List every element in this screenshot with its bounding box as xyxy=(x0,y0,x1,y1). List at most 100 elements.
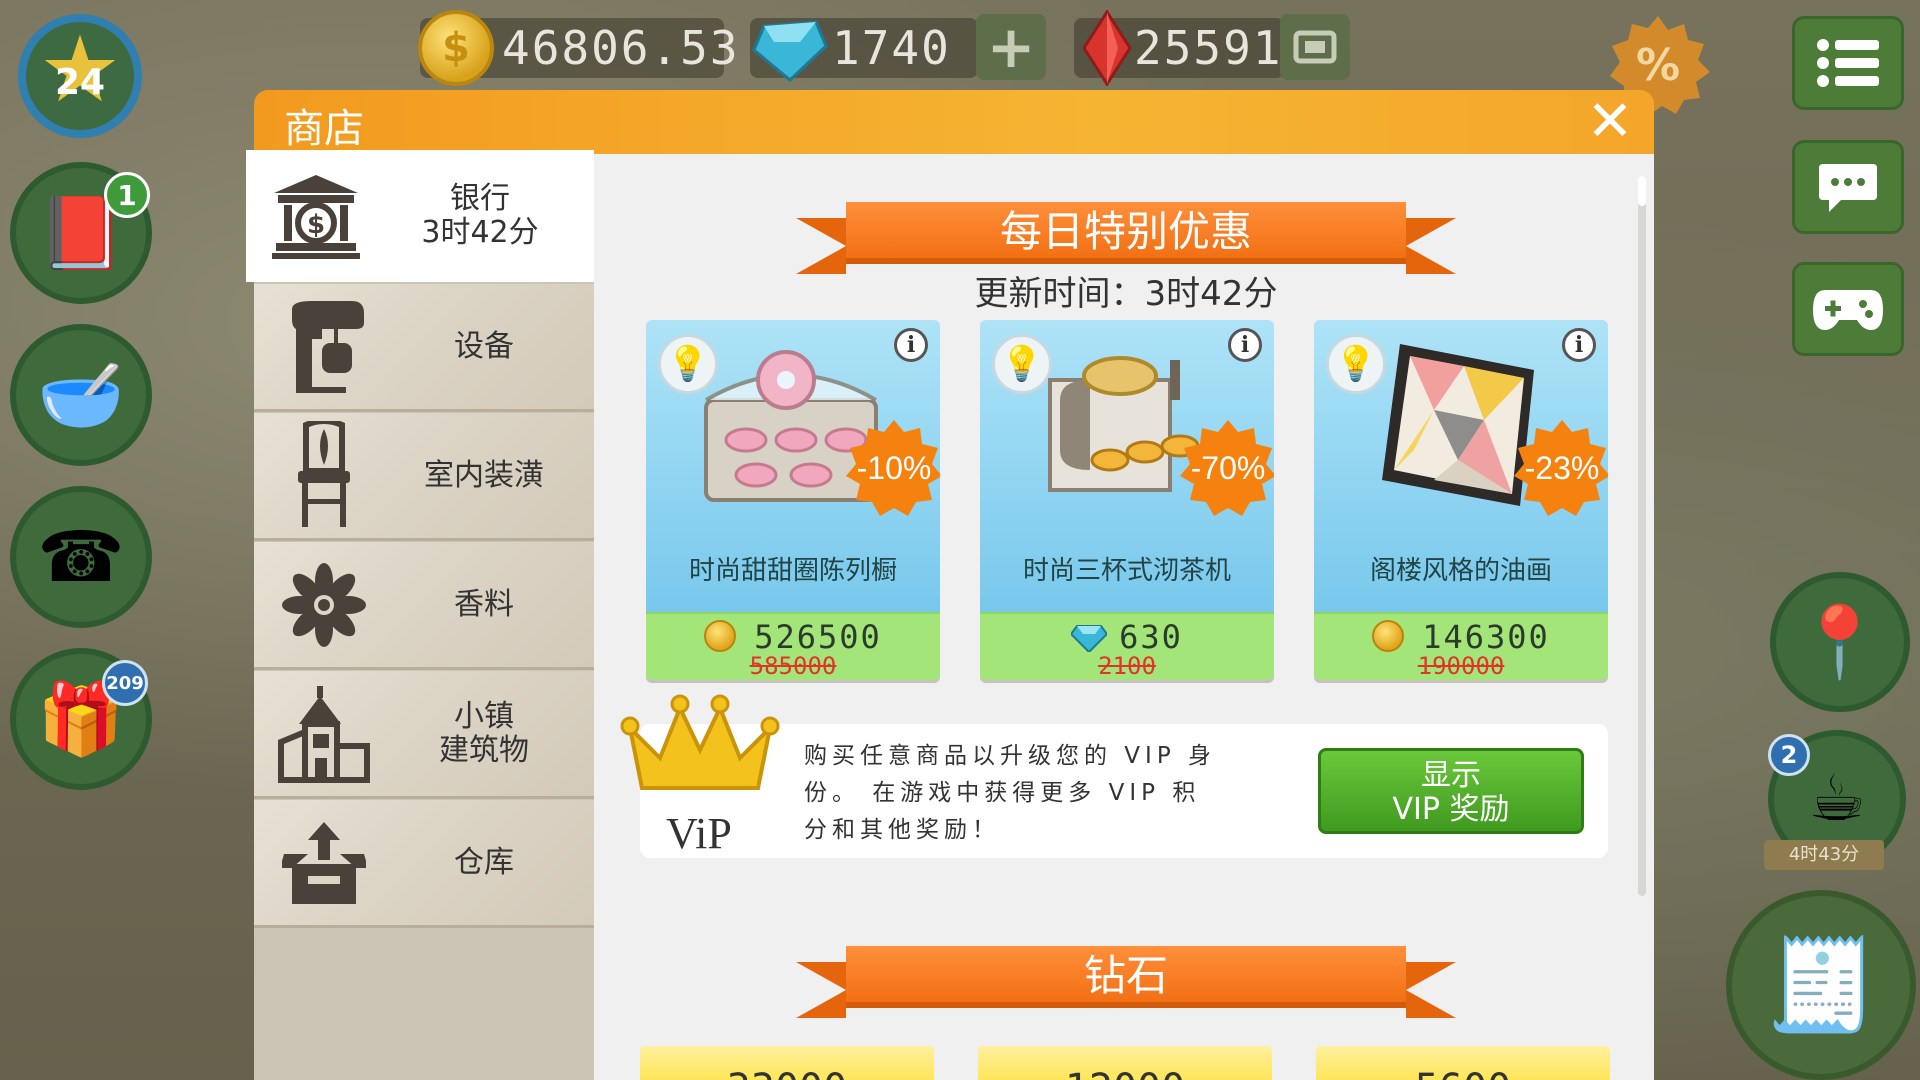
offer-card-tea-machine[interactable]: 💡 i -70% 时尚三杯式沏茶机 630 2100 xyxy=(980,320,1274,680)
offer-price: 146300 xyxy=(1314,618,1608,656)
discount-badge: -23% xyxy=(1512,418,1608,518)
diamond-pack[interactable]: 12000 xyxy=(978,1046,1272,1080)
svg-text:%: % xyxy=(1636,40,1680,91)
tab-bank[interactable]: $ 银行 3时42分 xyxy=(246,150,594,282)
diamonds-title: 钻石 xyxy=(846,946,1406,1008)
offer-price-bar[interactable]: 526500 585000 xyxy=(646,612,940,680)
vip-label: ViP xyxy=(666,809,732,858)
close-button[interactable]: ✕ xyxy=(1584,94,1636,150)
coin-counter: $ 46806.53 xyxy=(418,10,738,86)
daily-update-time: 更新时间：3时42分 xyxy=(974,274,1278,314)
gamepad-icon xyxy=(1813,290,1883,330)
tab-town-line1: 小镇 xyxy=(454,698,514,734)
chair-icon xyxy=(264,420,384,531)
tab-warehouse-label: 仓库 xyxy=(454,844,514,880)
phone-orders-button[interactable]: ☎ xyxy=(10,486,152,628)
ribbon-tail-left xyxy=(796,962,846,1018)
tab-equipment-label: 设备 xyxy=(454,328,514,364)
games-button[interactable] xyxy=(1792,262,1904,356)
ruby-icon xyxy=(1082,10,1132,86)
player-level: 24 xyxy=(54,61,106,103)
gift-count-badge: 209 xyxy=(102,660,148,706)
gem-icon xyxy=(752,20,828,83)
list-icon xyxy=(1817,39,1879,87)
tab-interior-label: 室内装潢 xyxy=(424,457,544,493)
diamond-pack[interactable]: 5600 xyxy=(1316,1046,1610,1080)
discount-badge: -10% xyxy=(844,418,940,518)
offer-price-value: 146300 xyxy=(1422,618,1550,656)
coin-icon xyxy=(1372,620,1405,652)
tab-equipment[interactable]: 设备 xyxy=(254,284,594,412)
ingredients-button[interactable]: 🥣 xyxy=(10,324,152,466)
recipe-book-button[interactable]: 📕 1 xyxy=(10,162,152,304)
diamond-pack-amount: 12000 xyxy=(978,1066,1272,1080)
info-icon[interactable]: i xyxy=(894,328,928,362)
discount-text: -10% xyxy=(856,449,932,486)
tab-interior[interactable]: 室内装潢 xyxy=(254,413,594,541)
tab-town-line2: 建筑物 xyxy=(439,732,529,768)
order-count-badge: 2 xyxy=(1768,734,1810,776)
info-icon[interactable]: i xyxy=(1228,328,1262,362)
cash-register-button[interactable]: 🧾 xyxy=(1726,890,1916,1080)
offer-old-price: 585000 xyxy=(646,652,940,680)
info-icon[interactable]: i xyxy=(1562,328,1596,362)
offer-old-price-value: 585000 xyxy=(749,652,837,680)
show-vip-rewards-button[interactable]: 显示 VIP 奖励 xyxy=(1318,748,1584,834)
ribbon-tail-right xyxy=(1406,962,1456,1018)
offer-card-loft-painting[interactable]: 💡 i -23% 阁楼风格的油画 146300 190000 xyxy=(1314,320,1608,680)
offer-price-bar[interactable]: 146300 190000 xyxy=(1314,612,1608,680)
cash-register-icon: 🧾 xyxy=(1764,932,1878,1038)
offer-old-price-value: 2100 xyxy=(1098,652,1156,680)
store-header: 商店 ✕ xyxy=(254,90,1654,154)
ticket-shop-button[interactable] xyxy=(1280,14,1350,80)
player-level-badge[interactable]: ★ 24 xyxy=(18,14,142,138)
add-gems-button[interactable]: + xyxy=(976,13,1046,81)
coffee-cup-icon: ☕ xyxy=(1808,762,1866,836)
svg-text:$: $ xyxy=(307,210,325,240)
scrollbar-thumb[interactable] xyxy=(1638,176,1646,206)
vip-panel: ViP 购买任意商品以升级您的 VIP 身份。 在游戏中获得更多 VIP 积分和… xyxy=(620,694,1608,858)
offer-card-donut-display[interactable]: 💡 i -10% 时尚甜甜圈陈列橱 526500 585000 xyxy=(646,320,940,680)
flour-sack-icon: 🥣 xyxy=(37,353,125,436)
tab-spices-label: 香料 xyxy=(454,586,514,622)
offer-old-price: 2100 xyxy=(980,652,1274,680)
menu-button[interactable] xyxy=(1792,16,1904,110)
coin-icon xyxy=(704,620,737,652)
vip-description: 购买任意商品以升级您的 VIP 身份。 在游戏中获得更多 VIP 积分和其他奖励… xyxy=(804,743,1217,843)
offer-old-price-value: 190000 xyxy=(1417,652,1505,680)
daily-deals-ribbon: 每日特别优惠 xyxy=(796,202,1456,274)
diamonds-ribbon: 钻石 xyxy=(796,946,1456,1018)
tab-bank-label: 银行 3时42分 xyxy=(376,182,594,250)
offer-price: 630 xyxy=(980,618,1274,656)
offer-old-price: 190000 xyxy=(1314,652,1608,680)
bank-icon: $ xyxy=(256,161,376,271)
offer-name: 阁楼风格的油画 xyxy=(1369,556,1552,586)
gem-counter: 1740 xyxy=(750,18,978,83)
offer-name: 时尚三杯式沏茶机 xyxy=(1022,556,1231,586)
tab-bank-title: 银行 xyxy=(450,181,510,216)
content-scrollbar[interactable] xyxy=(1638,176,1646,896)
ticket-icon xyxy=(1293,30,1337,64)
tab-spices[interactable]: 香料 xyxy=(254,542,594,670)
tab-town-buildings[interactable]: 小镇 建筑物 xyxy=(254,671,594,799)
vip-button-line2: VIP 奖励 xyxy=(1392,792,1510,827)
coin-icon: $ xyxy=(418,10,494,86)
diamond-pack[interactable]: 33000 xyxy=(640,1046,934,1080)
chat-bubble-icon xyxy=(1819,164,1877,212)
chat-button[interactable] xyxy=(1792,140,1904,234)
offer-price: 526500 xyxy=(646,618,940,656)
gem-icon xyxy=(1071,625,1108,652)
offer-price-bar[interactable]: 630 2100 xyxy=(980,612,1274,680)
offer-price-value: 526500 xyxy=(754,618,882,656)
discount-badge: -70% xyxy=(1178,418,1274,518)
diamond-pack-amount: 5600 xyxy=(1316,1066,1610,1080)
crown-icon xyxy=(620,694,780,790)
ticket-counter: 25591 xyxy=(1074,10,1284,86)
offer-price-value: 630 xyxy=(1119,618,1183,656)
building-icon xyxy=(264,679,384,789)
flower-icon xyxy=(264,550,384,660)
map-button[interactable]: 📍 xyxy=(1770,572,1910,712)
gifts-button[interactable]: 🎁 209 xyxy=(10,648,152,790)
tab-warehouse[interactable]: 仓库 xyxy=(254,800,594,928)
diamond-pack-amount: 33000 xyxy=(640,1066,934,1080)
